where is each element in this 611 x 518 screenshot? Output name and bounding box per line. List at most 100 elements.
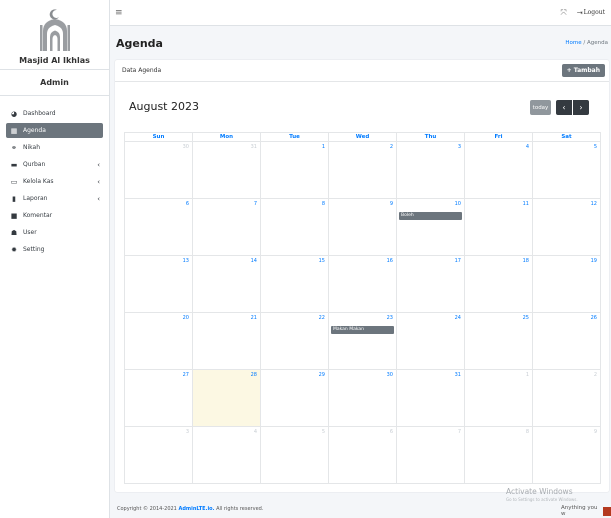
day-number[interactable]: 3 bbox=[186, 429, 189, 435]
day-number[interactable]: 16 bbox=[387, 258, 393, 264]
day-number[interactable]: 26 bbox=[591, 315, 597, 321]
calendar-day[interactable]: 25 bbox=[465, 313, 533, 369]
day-number[interactable]: 14 bbox=[251, 258, 257, 264]
sidebar-item-setting[interactable]: ✹ Setting bbox=[6, 242, 103, 257]
day-number[interactable]: 29 bbox=[319, 372, 325, 378]
sidebar-item-dashboard[interactable]: ◕ Dashboard bbox=[6, 106, 103, 121]
day-number[interactable]: 21 bbox=[251, 315, 257, 321]
sidebar-item-qurban[interactable]: ▬ Qurban ‹ bbox=[6, 157, 103, 172]
sidebar-item-kelola-kas[interactable]: ▭ Kelola Kas ‹ bbox=[6, 174, 103, 189]
day-number[interactable]: 4 bbox=[526, 144, 529, 150]
calendar-day[interactable]: 14 bbox=[193, 256, 261, 312]
day-number[interactable]: 13 bbox=[183, 258, 189, 264]
day-number[interactable]: 25 bbox=[523, 315, 529, 321]
menu-toggle-icon[interactable]: ≡ bbox=[115, 8, 123, 18]
calendar-day[interactable]: 27 bbox=[125, 370, 193, 426]
calendar-day[interactable]: 22 bbox=[261, 313, 329, 369]
day-number[interactable]: 1 bbox=[322, 144, 325, 150]
day-number[interactable]: 17 bbox=[455, 258, 461, 264]
calendar-day[interactable]: 23 Makan Makan bbox=[329, 313, 397, 369]
day-number[interactable]: 5 bbox=[594, 144, 597, 150]
day-number[interactable]: 12 bbox=[591, 201, 597, 207]
day-number[interactable]: 6 bbox=[186, 201, 189, 207]
day-number[interactable]: 6 bbox=[390, 429, 393, 435]
day-number[interactable]: 4 bbox=[254, 429, 257, 435]
today-button[interactable]: today bbox=[530, 100, 551, 115]
calendar-day[interactable]: 7 bbox=[397, 427, 465, 483]
day-number[interactable]: 18 bbox=[523, 258, 529, 264]
calendar-day[interactable]: 24 bbox=[397, 313, 465, 369]
day-number[interactable]: 27 bbox=[183, 372, 189, 378]
calendar-day[interactable]: 31 bbox=[193, 142, 261, 198]
calendar-event[interactable]: Makan Makan bbox=[331, 326, 394, 334]
calendar-day[interactable]: 3 bbox=[125, 427, 193, 483]
day-number[interactable]: 30 bbox=[183, 144, 189, 150]
calendar-event[interactable]: Boleh bbox=[399, 212, 462, 220]
adminlte-link[interactable]: AdminLTE.io. bbox=[178, 506, 214, 512]
calendar-day[interactable]: 26 bbox=[533, 313, 600, 369]
day-number[interactable]: 20 bbox=[183, 315, 189, 321]
logout-button[interactable]: ⇥ Logout bbox=[577, 9, 605, 17]
calendar-day[interactable]: 2 bbox=[329, 142, 397, 198]
day-number[interactable]: 15 bbox=[319, 258, 325, 264]
calendar-day[interactable]: 1 bbox=[261, 142, 329, 198]
breadcrumb-home-link[interactable]: Home bbox=[565, 40, 581, 46]
user-panel[interactable]: Admin bbox=[0, 70, 109, 96]
calendar-day[interactable]: 2 bbox=[533, 370, 600, 426]
calendar-day[interactable]: 31 bbox=[397, 370, 465, 426]
sidebar-item-user[interactable]: ☗ User bbox=[6, 225, 103, 240]
brand[interactable]: Masjid Al Ikhlas bbox=[0, 0, 109, 70]
day-number[interactable]: 24 bbox=[455, 315, 461, 321]
calendar-day[interactable]: 12 bbox=[533, 199, 600, 255]
day-number[interactable]: 9 bbox=[594, 429, 597, 435]
fullscreen-icon[interactable]: ⤧ bbox=[560, 8, 566, 18]
day-number[interactable]: 10 bbox=[455, 201, 461, 207]
calendar-day[interactable]: 15 bbox=[261, 256, 329, 312]
calendar-day[interactable]: 13 bbox=[125, 256, 193, 312]
day-number[interactable]: 8 bbox=[526, 429, 529, 435]
sidebar-item-nikah[interactable]: ⚭ Nikah bbox=[6, 140, 103, 155]
calendar-day[interactable]: 8 bbox=[465, 427, 533, 483]
calendar-day[interactable]: 30 bbox=[125, 142, 193, 198]
add-agenda-button[interactable]: + Tambah bbox=[561, 64, 605, 77]
day-number[interactable]: 23 bbox=[387, 315, 393, 321]
calendar-day[interactable]: 6 bbox=[329, 427, 397, 483]
calendar-day[interactable]: 4 bbox=[193, 427, 261, 483]
next-month-button[interactable]: › bbox=[573, 100, 589, 115]
calendar-day[interactable]: 5 bbox=[533, 142, 600, 198]
calendar-day[interactable]: 5 bbox=[261, 427, 329, 483]
day-number[interactable]: 8 bbox=[322, 201, 325, 207]
calendar-day[interactable]: 10 Boleh bbox=[397, 199, 465, 255]
calendar-day[interactable]: 6 bbox=[125, 199, 193, 255]
day-number[interactable]: 19 bbox=[591, 258, 597, 264]
calendar-day[interactable]: 8 bbox=[261, 199, 329, 255]
calendar-day-today[interactable]: 28 bbox=[193, 370, 261, 426]
day-number[interactable]: 31 bbox=[455, 372, 461, 378]
sidebar-item-komentar[interactable]: ■ Komentar bbox=[6, 208, 103, 223]
day-number[interactable]: 3 bbox=[458, 144, 461, 150]
day-number[interactable]: 11 bbox=[523, 201, 529, 207]
day-number[interactable]: 2 bbox=[594, 372, 597, 378]
calendar-day[interactable]: 16 bbox=[329, 256, 397, 312]
calendar-day[interactable]: 7 bbox=[193, 199, 261, 255]
sidebar-item-laporan[interactable]: ▮ Laporan ‹ bbox=[6, 191, 103, 206]
calendar-day[interactable]: 21 bbox=[193, 313, 261, 369]
calendar-day[interactable]: 9 bbox=[329, 199, 397, 255]
day-number[interactable]: 30 bbox=[387, 372, 393, 378]
day-number[interactable]: 28 bbox=[251, 372, 257, 378]
calendar-day[interactable]: 1 bbox=[465, 370, 533, 426]
day-number[interactable]: 31 bbox=[251, 144, 257, 150]
prev-month-button[interactable]: ‹ bbox=[556, 100, 572, 115]
day-number[interactable]: 7 bbox=[254, 201, 257, 207]
day-number[interactable]: 1 bbox=[526, 372, 529, 378]
day-number[interactable]: 7 bbox=[458, 429, 461, 435]
calendar-day[interactable]: 17 bbox=[397, 256, 465, 312]
calendar-day[interactable]: 9 bbox=[533, 427, 600, 483]
calendar-day[interactable]: 11 bbox=[465, 199, 533, 255]
calendar-day[interactable]: 30 bbox=[329, 370, 397, 426]
day-number[interactable]: 9 bbox=[390, 201, 393, 207]
sidebar-item-agenda[interactable]: ▦ Agenda bbox=[6, 123, 103, 138]
calendar-day[interactable]: 3 bbox=[397, 142, 465, 198]
day-number[interactable]: 22 bbox=[319, 315, 325, 321]
calendar-day[interactable]: 19 bbox=[533, 256, 600, 312]
